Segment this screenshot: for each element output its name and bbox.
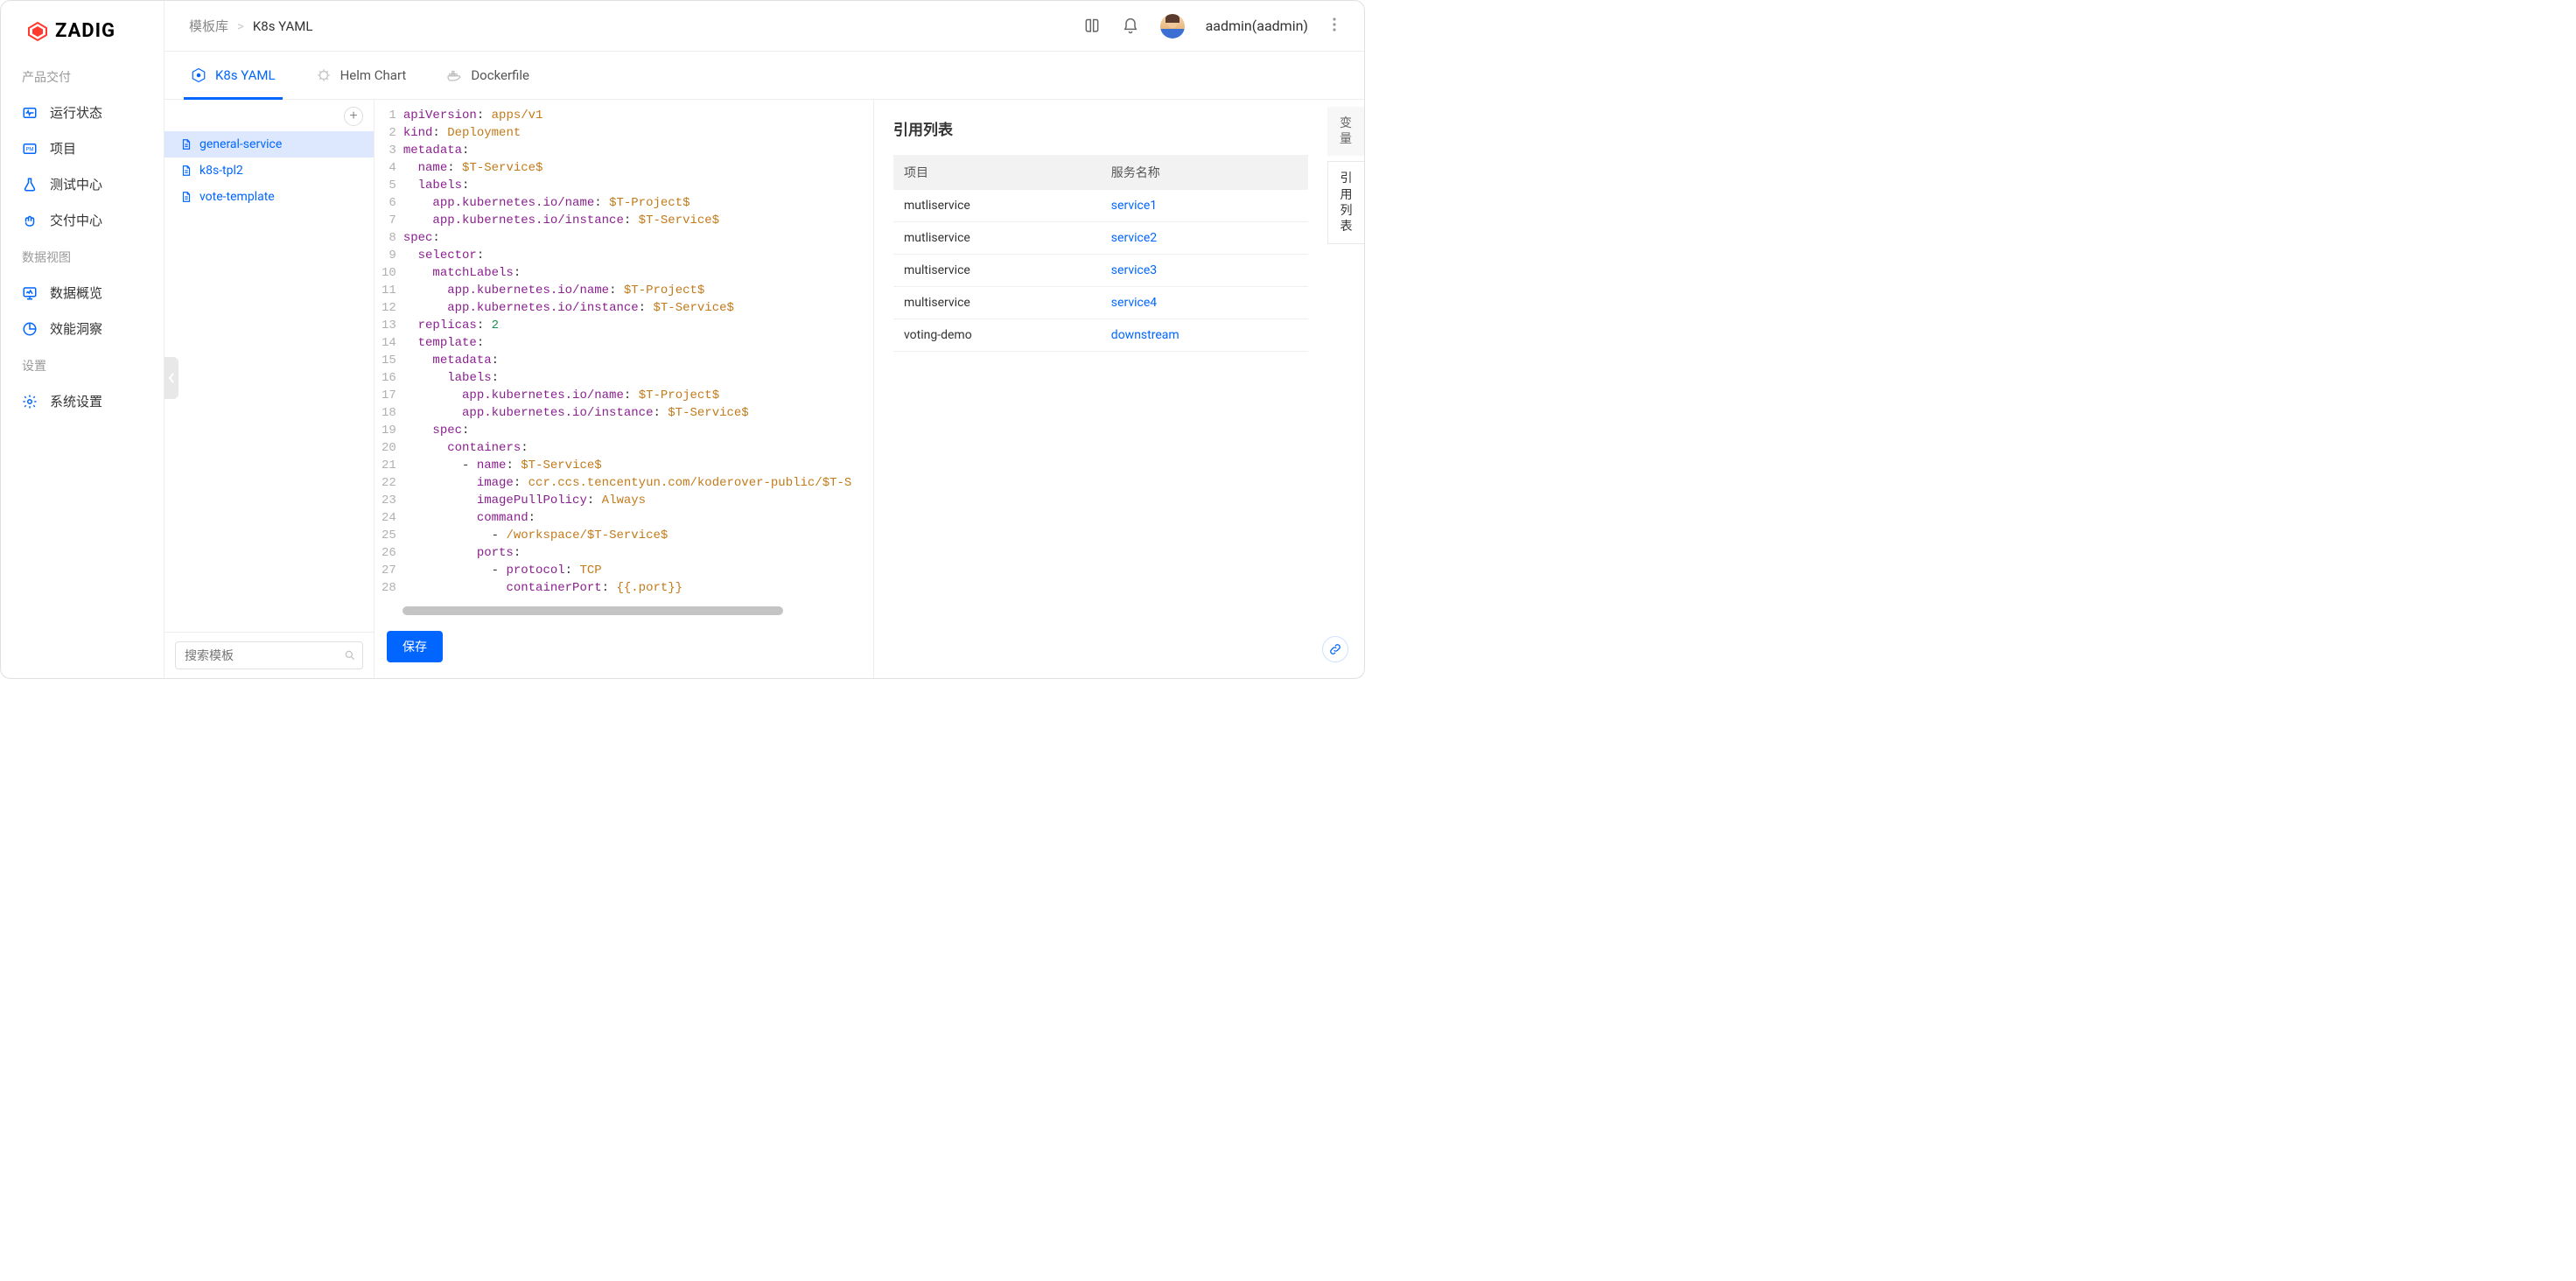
logo-text: ZADIG bbox=[55, 20, 116, 42]
template-item-label: vote-template bbox=[200, 190, 275, 204]
sidebar-item[interactable]: 测试中心 bbox=[1, 166, 164, 202]
sidebar-item[interactable]: PM 项目 bbox=[1, 130, 164, 166]
helm-icon bbox=[316, 67, 332, 83]
sidebar-item[interactable]: 运行状态 bbox=[1, 94, 164, 130]
sidebar-item[interactable]: 交付中心 bbox=[1, 202, 164, 238]
ref-col-service: 服务名称 bbox=[1101, 155, 1308, 190]
sidebar-section-title: 数据视图 bbox=[1, 238, 164, 275]
svg-text:PM: PM bbox=[25, 146, 33, 152]
sidebar-item-label: 系统设置 bbox=[50, 392, 102, 410]
tab-helm-chart[interactable]: Helm Chart bbox=[309, 52, 414, 100]
ref-service-link[interactable]: service1 bbox=[1111, 199, 1157, 213]
pie-icon bbox=[22, 321, 38, 337]
ref-project-cell: multiservice bbox=[893, 287, 1101, 319]
ref-service-link[interactable]: service3 bbox=[1111, 263, 1157, 277]
sidebar-item[interactable]: 效能洞察 bbox=[1, 311, 164, 346]
avatar[interactable] bbox=[1160, 14, 1185, 38]
ref-service-link[interactable]: downstream bbox=[1111, 328, 1180, 342]
sidebar-item[interactable]: 数据概览 bbox=[1, 275, 164, 311]
sidebar-item[interactable]: 系统设置 bbox=[1, 383, 164, 419]
template-type-tabs: K8s YAML Helm Chart Dockerfile bbox=[164, 52, 1364, 100]
docker-icon bbox=[446, 67, 462, 83]
heartbeat-icon bbox=[22, 105, 38, 121]
sidebar-section-title: 产品交付 bbox=[1, 58, 164, 94]
breadcrumb-sep: > bbox=[237, 18, 244, 34]
share-link-button[interactable] bbox=[1322, 636, 1348, 662]
ref-project-cell: mutliservice bbox=[893, 190, 1101, 222]
logo-icon bbox=[27, 21, 48, 42]
ref-project-cell: voting-demo bbox=[893, 319, 1101, 352]
template-list-panel: + general-service k8s-tpl2 vote-template bbox=[164, 100, 374, 678]
table-row: multiservice service4 bbox=[893, 287, 1308, 319]
topbar: 模板库 > K8s YAML aadmin(aadmin) bbox=[164, 1, 1364, 52]
sidebar-item-label: 测试中心 bbox=[50, 175, 102, 193]
flask-icon bbox=[22, 177, 38, 192]
tab-label: K8s YAML bbox=[215, 67, 276, 83]
right-panel: 引用列表 项目 服务名称 mutliserviceservice1mutlise… bbox=[874, 100, 1364, 678]
reference-table: 项目 服务名称 mutliserviceservice1mutliservice… bbox=[893, 155, 1308, 352]
gear-icon bbox=[22, 394, 38, 410]
template-search-input[interactable] bbox=[175, 641, 363, 669]
sidebar-item-label: 效能洞察 bbox=[50, 319, 102, 338]
ref-service-link[interactable]: service2 bbox=[1111, 231, 1157, 245]
username[interactable]: aadmin(aadmin) bbox=[1206, 18, 1308, 34]
ref-project-cell: multiservice bbox=[893, 255, 1101, 287]
sidebar: ZADIG 产品交付运行状态 PM 项目测试中心交付中心数据视图数据概览效能洞察设置… bbox=[1, 1, 164, 678]
table-row: mutliservice service1 bbox=[893, 190, 1308, 222]
docs-icon[interactable] bbox=[1083, 18, 1101, 35]
template-item[interactable]: k8s-tpl2 bbox=[164, 158, 374, 184]
save-button[interactable]: 保存 bbox=[387, 631, 443, 662]
breadcrumb-root[interactable]: 模板库 bbox=[189, 17, 228, 35]
template-item-label: k8s-tpl2 bbox=[200, 164, 243, 178]
table-row: voting-demo downstream bbox=[893, 319, 1308, 352]
sidebar-item-label: 运行状态 bbox=[50, 103, 102, 122]
sidebar-item-label: 项目 bbox=[50, 139, 76, 158]
ref-col-project: 项目 bbox=[893, 155, 1101, 190]
k8s-icon bbox=[191, 67, 206, 83]
side-tab[interactable]: 引用列表 bbox=[1327, 161, 1364, 244]
tab-k8s-yaml[interactable]: K8s YAML bbox=[184, 52, 283, 100]
monitor-icon bbox=[22, 285, 38, 301]
tab-dockerfile[interactable]: Dockerfile bbox=[439, 52, 536, 100]
hands-icon bbox=[22, 213, 38, 228]
add-template-button[interactable]: + bbox=[344, 107, 363, 126]
editor-panel: 1 2 3 4 5 6 7 8 9 10 11 12 13 14 15 16 1… bbox=[374, 100, 874, 678]
breadcrumb-current: K8s YAML bbox=[253, 18, 313, 34]
sidebar-item-label: 数据概览 bbox=[50, 284, 102, 302]
side-tab[interactable]: 变量 bbox=[1327, 107, 1364, 156]
file-icon bbox=[180, 138, 192, 150]
sidebar-item-label: 交付中心 bbox=[50, 211, 102, 229]
tab-label: Helm Chart bbox=[340, 67, 407, 83]
tab-label: Dockerfile bbox=[471, 67, 529, 83]
breadcrumb: 模板库 > K8s YAML bbox=[189, 17, 312, 35]
template-item[interactable]: general-service bbox=[164, 131, 374, 158]
file-icon bbox=[180, 191, 192, 203]
template-item[interactable]: vote-template bbox=[164, 184, 374, 210]
right-panel-title: 引用列表 bbox=[893, 117, 1308, 139]
template-item-label: general-service bbox=[200, 137, 282, 151]
project-icon: PM bbox=[22, 141, 38, 157]
bell-icon[interactable] bbox=[1122, 18, 1139, 35]
sidebar-section-title: 设置 bbox=[1, 346, 164, 383]
table-row: mutliservice service2 bbox=[893, 222, 1308, 255]
editor-hscrollbar[interactable] bbox=[402, 606, 866, 615]
more-icon[interactable] bbox=[1329, 14, 1340, 38]
table-row: multiservice service3 bbox=[893, 255, 1308, 287]
ref-service-link[interactable]: service4 bbox=[1111, 296, 1157, 310]
logo[interactable]: ZADIG bbox=[1, 8, 164, 58]
ref-project-cell: mutliservice bbox=[893, 222, 1101, 255]
sidebar-collapse-handle[interactable] bbox=[164, 357, 178, 399]
file-icon bbox=[180, 164, 192, 177]
yaml-editor[interactable]: 1 2 3 4 5 6 7 8 9 10 11 12 13 14 15 16 1… bbox=[382, 107, 866, 615]
